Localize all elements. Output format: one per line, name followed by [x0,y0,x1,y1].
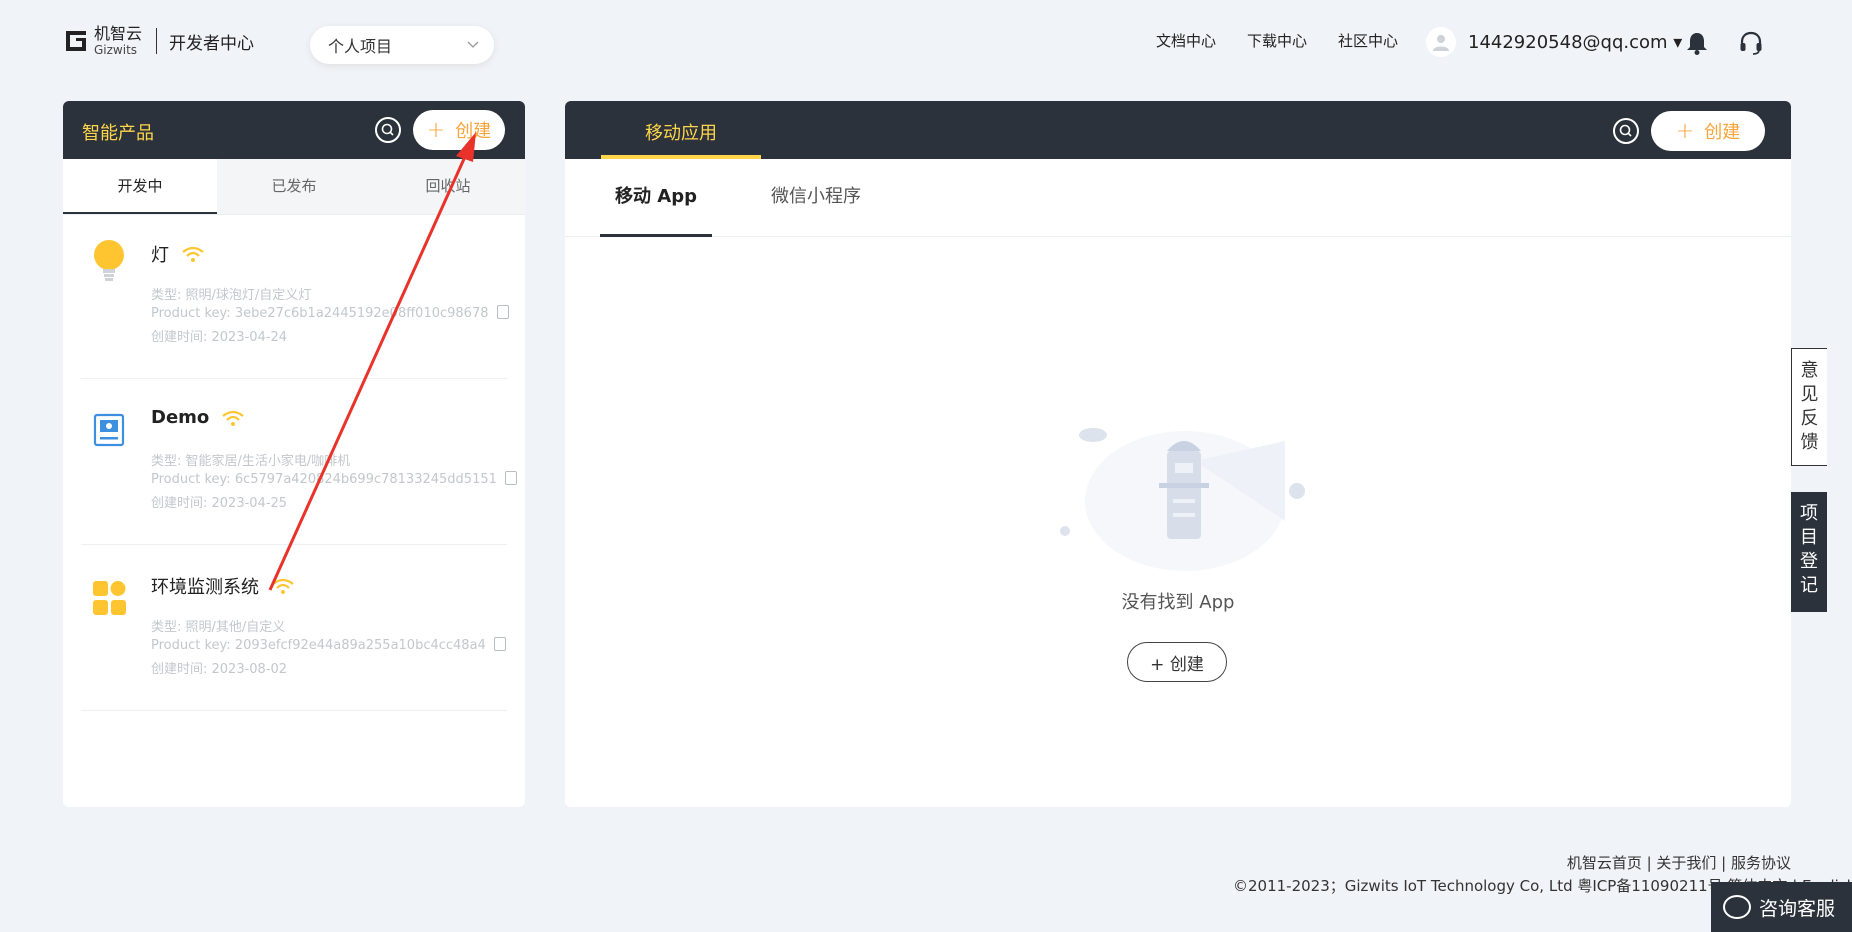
product-card[interactable]: Demo 类型: 智能家居/生活小家电/咖啡机 Product key: 6c5… [81,381,517,545]
product-key: Product key: 6c5797a420824b699c78133245d… [151,472,497,487]
project-register-side-tab[interactable]: 项目登记 [1791,492,1827,612]
product-created: 创建时间: 2023-04-25 [151,496,288,511]
nav-docs[interactable]: 文档中心 [1156,30,1216,51]
app-tabs: 移动 App 微信小程序 [565,159,1791,237]
nav-downloads[interactable]: 下载中心 [1247,30,1307,51]
product-key-row: Product key: 2093efcf92e44a89a255a10bc4c… [151,637,506,653]
search-icon[interactable] [1613,118,1639,144]
bell-icon[interactable] [1684,30,1710,56]
product-name-text: 环境监测系统 [151,577,259,598]
logo[interactable]: 机智云 Gizwits 开发者中心 [62,26,254,56]
tab-mobile-app[interactable]: 移动 App [600,159,712,237]
product-name: 灯 [151,241,205,267]
mobile-apps-title: 移动应用 [645,123,717,144]
wifi-icon [222,410,244,426]
wifi-icon [182,246,204,262]
headset-icon[interactable] [1738,30,1764,56]
product-name: 环境监测系统 [151,573,295,599]
tab-published[interactable]: 已发布 [217,159,371,214]
product-type: 类型: 智能家居/生活小家电/咖啡机 [151,454,351,469]
product-created: 创建时间: 2023-04-24 [151,330,288,345]
products-title: 智能产品 [82,123,154,144]
product-key-row: Product key: 3ebe27c6b1a2445192e08ff010c… [151,305,509,321]
copy-icon[interactable] [496,305,509,319]
create-app-label: 创建 [1704,122,1741,143]
create-app-button[interactable]: + 创建 [1651,111,1765,151]
empty-state-text: 没有找到 App [1121,592,1235,613]
user-email: 1442920548@qq.com ▾ [1468,31,1683,53]
tab-recycle-bin[interactable]: 回收站 [371,159,525,214]
product-card[interactable]: 灯 类型: 照明/球泡灯/自定义灯 Product key: 3ebe27c6b… [81,215,509,379]
project-select[interactable]: 个人项目 [310,26,494,64]
products-panel-header: 智能产品 + 创建 [63,101,525,159]
product-name-text: Demo [151,407,210,428]
product-type: 类型: 照明/其他/自定义 [151,620,286,635]
gizwits-logo-icon [66,31,86,51]
top-nav: 文档中心 下载中心 社区中心 [1156,30,1429,51]
logo-cn: 机智云 [94,24,143,43]
tab-wechat-mini-program[interactable]: 微信小程序 [771,159,861,237]
avatar [1426,27,1456,57]
grid-apps-icon [93,581,126,615]
wifi-icon [272,578,294,594]
user-menu[interactable]: 1442920548@qq.com ▾ [1426,27,1682,57]
product-key: Product key: 3ebe27c6b1a2445192e08ff010c… [151,306,489,321]
bulb-icon [94,240,124,281]
tab-developing[interactable]: 开发中 [63,159,217,214]
feedback-label: 意见反馈 [1800,360,1819,453]
search-icon[interactable] [375,117,401,143]
product-tabs: 开发中 已发布 回收站 [63,159,525,215]
register-label: 项目登记 [1800,503,1818,596]
chat-bubble-icon [1723,895,1751,919]
products-panel: 智能产品 + 创建 开发中 已发布 回收站 灯 类型: 照明/球泡灯/自定义灯 … [63,101,525,807]
customer-service-label: 咨询客服 [1759,897,1836,920]
nav-community[interactable]: 社区中心 [1338,30,1398,51]
product-created: 创建时间: 2023-08-02 [151,662,288,677]
empty-create-button[interactable]: + 创建 [1127,642,1227,682]
product-key-row: Product key: 6c5797a420824b699c78133245d… [151,471,517,487]
customer-service-button[interactable]: 咨询客服 [1711,882,1852,932]
mobile-apps-panel: 移动应用 + 创建 移动 App 微信小程序 没有找到 App + 创建 [565,101,1791,807]
create-product-label: 创建 [455,121,492,142]
mobile-apps-header: 移动应用 + 创建 [565,101,1791,159]
product-type: 类型: 照明/球泡灯/自定义灯 [151,288,312,303]
copy-icon[interactable] [493,637,506,651]
lighthouse-empty-illustration [1060,428,1305,571]
create-product-button[interactable]: + 创建 [413,110,505,150]
user-icon [1433,35,1449,51]
copy-icon[interactable] [504,471,517,485]
feedback-side-tab[interactable]: 意见反馈 [1791,348,1827,466]
top-bar: 机智云 Gizwits 开发者中心 个人项目 文档中心 下载中心 社区中心 14… [0,0,1852,90]
product-name-text: 灯 [151,245,169,266]
dev-center-title: 开发者中心 [169,33,255,54]
chevron-down-icon [467,41,479,48]
footer-links[interactable]: 机智云首页 | 关于我们 | 服务协议 [1567,852,1791,873]
logo-en: Gizwits [94,43,138,57]
product-key: Product key: 2093efcf92e44a89a255a10bc4c… [151,638,486,653]
product-card[interactable]: 环境监测系统 类型: 照明/其他/自定义 Product key: 2093ef… [81,547,507,711]
plus-icon: + [1675,118,1695,144]
project-select-value: 个人项目 [328,37,393,56]
logo-divider [156,28,158,54]
appliance-icon [93,413,125,447]
product-name: Demo [151,407,245,428]
plus-icon: + [426,117,446,143]
